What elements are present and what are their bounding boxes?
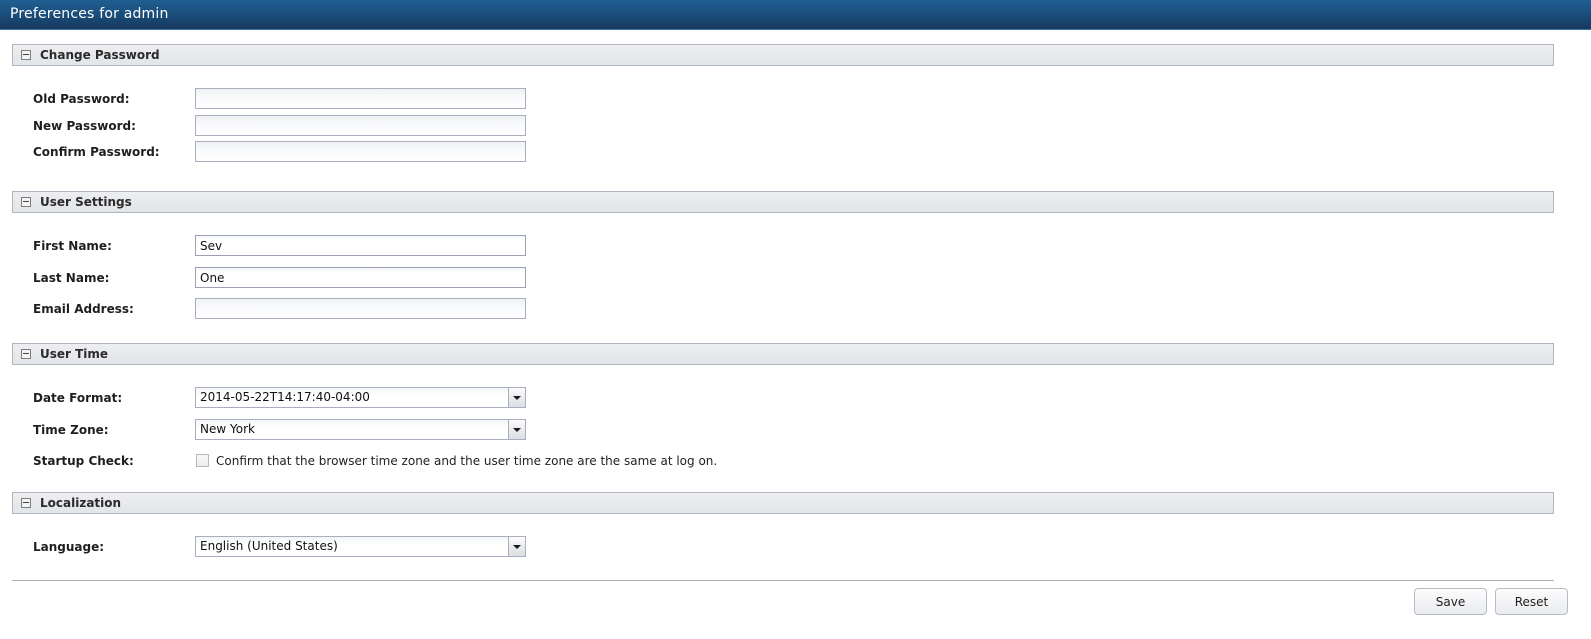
minus-box-icon[interactable] xyxy=(21,349,31,359)
label-confirm-password: Confirm Password: xyxy=(33,145,160,159)
label-language: Language: xyxy=(33,540,105,554)
section-header-localization[interactable]: Localization xyxy=(12,492,1554,514)
section-header-change-password[interactable]: Change Password xyxy=(12,44,1554,66)
chevron-down-glyph xyxy=(513,427,521,432)
minus-box-icon[interactable] xyxy=(21,197,31,207)
chevron-down-glyph xyxy=(513,544,521,549)
chevron-down-icon[interactable] xyxy=(508,419,526,440)
select-date-format[interactable]: 2014-05-22T14:17:40-04:00 xyxy=(195,387,526,408)
label-old-password: Old Password: xyxy=(33,92,130,106)
preferences-form: Change Password Old Password: New Password… xyxy=(0,30,1591,639)
section-title: Localization xyxy=(40,496,122,510)
select-value-language[interactable]: English (United States) xyxy=(195,536,508,557)
label-first-name: First Name: xyxy=(33,239,112,253)
input-confirm-password[interactable] xyxy=(195,141,526,162)
chevron-down-icon[interactable] xyxy=(508,536,526,557)
select-value-time-zone[interactable]: New York xyxy=(195,419,508,440)
label-email-address: Email Address: xyxy=(33,302,134,316)
label-startup-check: Startup Check: xyxy=(33,454,134,468)
section-header-user-time[interactable]: User Time xyxy=(12,343,1554,365)
chevron-down-glyph xyxy=(513,395,521,400)
minus-box-icon[interactable] xyxy=(21,498,31,508)
section-title: User Settings xyxy=(40,195,132,209)
chevron-down-icon[interactable] xyxy=(508,387,526,408)
label-date-format: Date Format: xyxy=(33,391,123,405)
input-first-name[interactable] xyxy=(195,235,526,256)
label-last-name: Last Name: xyxy=(33,271,110,285)
input-new-password[interactable] xyxy=(195,115,526,136)
input-last-name[interactable] xyxy=(195,267,526,288)
footer-divider xyxy=(12,580,1554,581)
section-header-user-settings[interactable]: User Settings xyxy=(12,191,1554,213)
checkbox-startup-check[interactable] xyxy=(196,454,209,467)
section-title: Change Password xyxy=(40,48,160,62)
reset-button[interactable]: Reset xyxy=(1495,588,1568,615)
input-old-password[interactable] xyxy=(195,88,526,109)
save-button[interactable]: Save xyxy=(1414,588,1487,615)
select-value-date-format[interactable]: 2014-05-22T14:17:40-04:00 xyxy=(195,387,508,408)
minus-box-icon[interactable] xyxy=(21,50,31,60)
checkbox-caption-startup-check: Confirm that the browser time zone and t… xyxy=(216,454,718,468)
select-time-zone[interactable]: New York xyxy=(195,419,526,440)
input-email-address[interactable] xyxy=(195,298,526,319)
footer-buttons: Save Reset xyxy=(1414,588,1568,615)
section-title: User Time xyxy=(40,347,109,361)
label-new-password: New Password: xyxy=(33,119,136,133)
label-time-zone: Time Zone: xyxy=(33,423,109,437)
select-language[interactable]: English (United States) xyxy=(195,536,526,557)
page-title: Preferences for admin xyxy=(10,6,169,22)
window-titlebar: Preferences for admin xyxy=(0,0,1591,30)
